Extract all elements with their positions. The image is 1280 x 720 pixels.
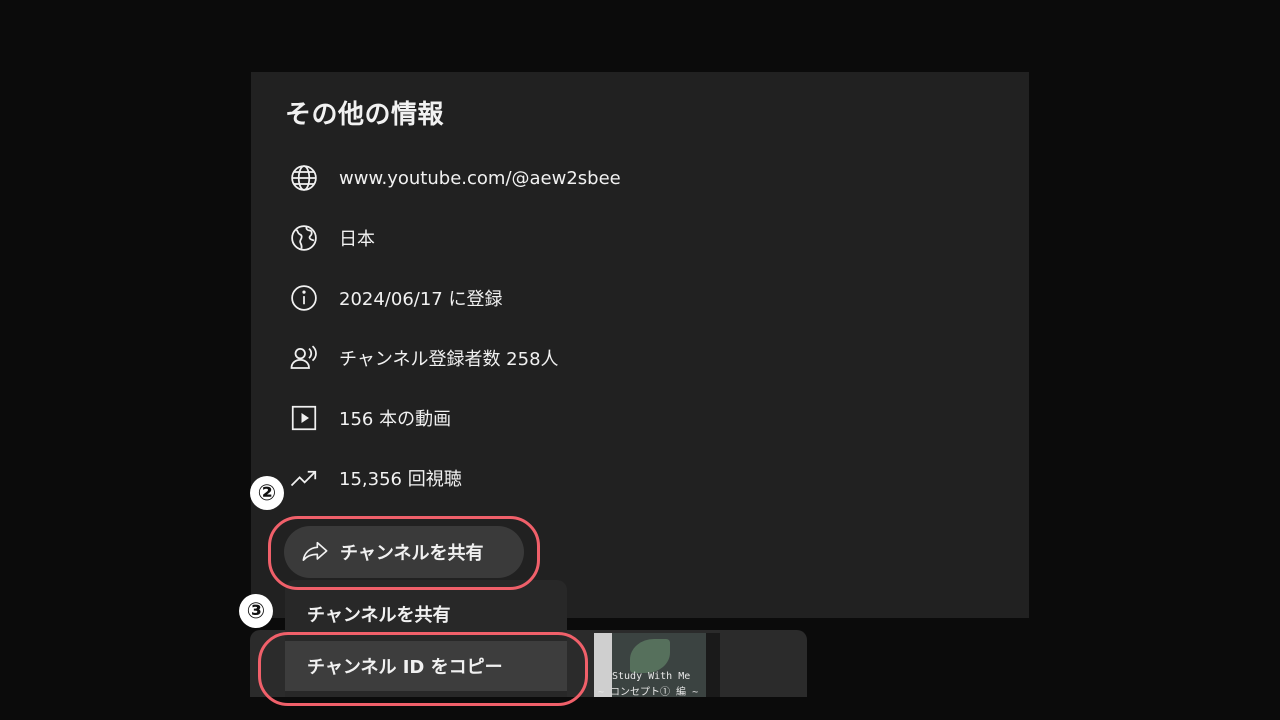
trending-icon xyxy=(288,462,320,494)
video-icon xyxy=(288,402,320,434)
thumbnail-shadow xyxy=(706,633,720,697)
share-button-label: チャンネルを共有 xyxy=(340,543,484,564)
step-badge-2: ② xyxy=(250,476,284,510)
channel-url: www.youtube.com/@aew2sbee xyxy=(339,167,621,189)
subscriber-count: チャンネル登録者数 258人 xyxy=(339,349,559,370)
info-row-country: 日本 xyxy=(288,222,375,254)
earth-icon xyxy=(288,222,320,254)
joined-date: 2024/06/17 に登録 xyxy=(339,289,503,310)
share-channel-button[interactable]: チャンネルを共有 xyxy=(284,526,524,578)
info-icon xyxy=(288,282,320,314)
view-count: 15,356 回視聴 xyxy=(339,469,462,490)
info-row-url[interactable]: www.youtube.com/@aew2sbee xyxy=(288,162,621,194)
thumbnail-subtitle: ~ コンセプト① 編 ~ xyxy=(598,687,699,697)
share-icon xyxy=(300,537,330,567)
info-row-views: 15,356 回視聴 xyxy=(288,462,462,494)
menu-item-copy-channel-id[interactable]: チャンネル ID をコピー xyxy=(285,641,567,691)
step-badge-3: ③ xyxy=(239,594,273,628)
info-row-subscribers: チャンネル登録者数 258人 xyxy=(288,342,559,374)
share-menu: チャンネルを共有 チャンネル ID をコピー xyxy=(285,580,567,697)
country-text: 日本 xyxy=(339,229,375,250)
info-row-joined: 2024/06/17 に登録 xyxy=(288,282,502,314)
subscribers-icon xyxy=(288,342,320,374)
plant-image xyxy=(630,639,670,673)
thumbnail-title: Study With Me xyxy=(612,671,691,682)
info-row-videos: 156 本の動画 xyxy=(288,402,451,434)
globe-icon xyxy=(288,162,320,194)
dialog-title: その他の情報 xyxy=(285,100,445,130)
video-thumbnail[interactable]: Study With Me ~ コンセプト① 編 ~ xyxy=(594,633,720,697)
video-count: 156 本の動画 xyxy=(339,409,452,430)
menu-item-share-channel[interactable]: チャンネルを共有 xyxy=(285,589,567,639)
screen: その他の情報 www.youtube.com/@aew2sbee 日本 2024… xyxy=(0,0,1280,720)
